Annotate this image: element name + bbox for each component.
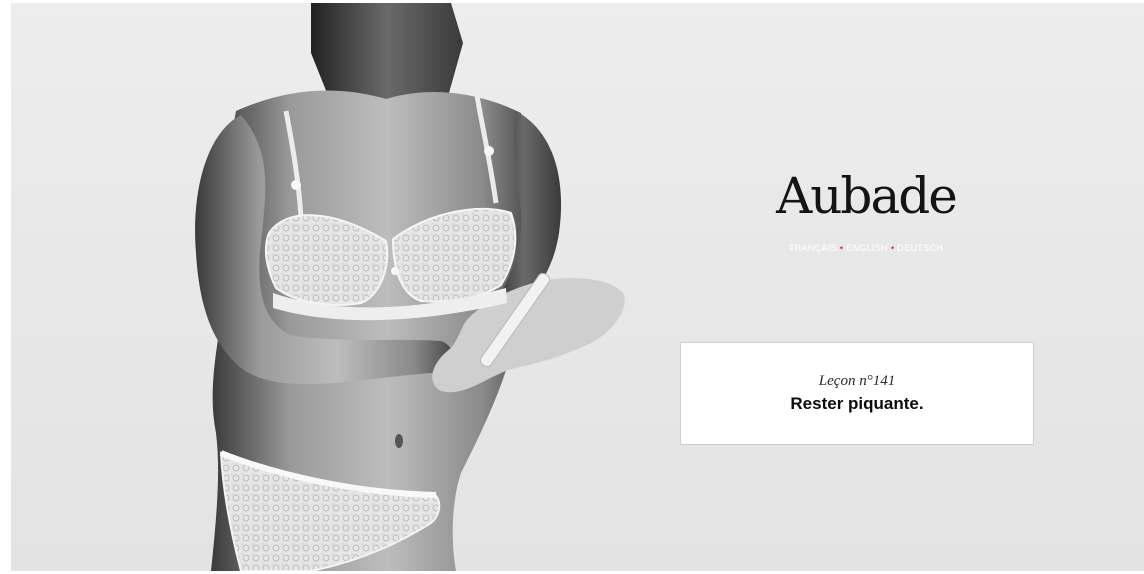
- lang-link-german[interactable]: DEUTSCH: [897, 243, 943, 253]
- separator-dot-icon: •: [890, 243, 895, 253]
- language-switcher: FRANÇAIS • ENGLISH • DEUTSCH: [756, 243, 976, 253]
- lesson-number: Leçon n°141: [818, 373, 896, 389]
- separator-dot-icon: •: [839, 243, 844, 253]
- brand-logo[interactable]: Aubade: [766, 171, 966, 221]
- hero-photo: [195, 3, 625, 571]
- bow-left-icon: [291, 180, 301, 190]
- lesson-card[interactable]: Leçon n°141 Rester piquante.: [680, 342, 1034, 445]
- lesson-title: Rester piquante.: [790, 394, 924, 413]
- bow-right-icon: [484, 146, 494, 156]
- lang-link-french[interactable]: FRANÇAIS: [789, 243, 837, 253]
- bow-center-icon: [391, 267, 399, 275]
- landing-stage: Aubade FRANÇAIS • ENGLISH • DEUTSCH Leçon n°…: [11, 3, 1144, 571]
- lang-link-english[interactable]: ENGLISH: [846, 243, 888, 253]
